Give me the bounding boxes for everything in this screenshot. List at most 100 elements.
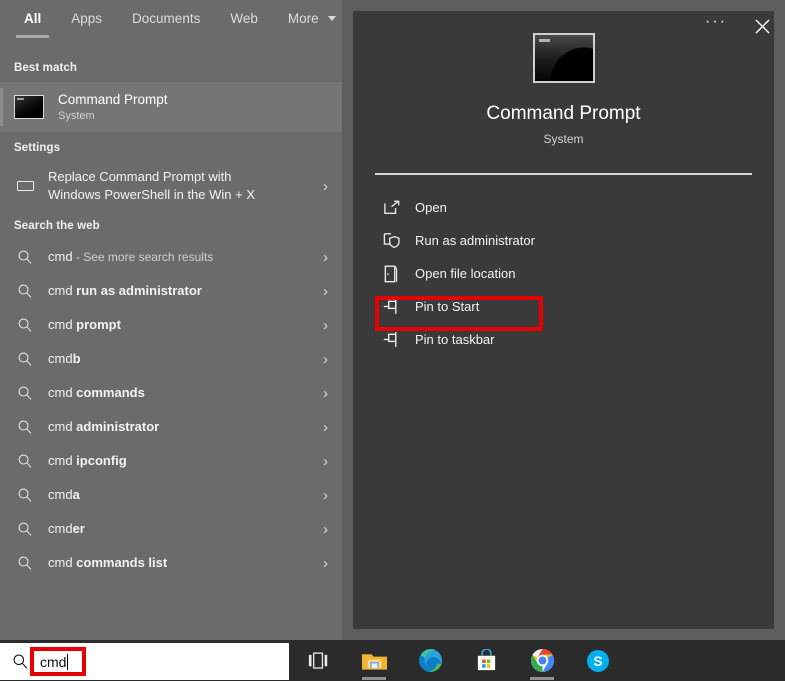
web-result-label: cmd administrator xyxy=(48,418,317,436)
web-result-item[interactable]: cmd ipconfig › xyxy=(0,444,342,478)
web-result-suffix: prompt xyxy=(73,317,121,332)
window-controls: ··· xyxy=(693,0,785,52)
taskbar-item-microsoft-edge[interactable] xyxy=(413,640,447,681)
search-icon xyxy=(14,283,36,299)
web-result-label: cmd - See more search results xyxy=(48,248,317,266)
search-icon xyxy=(12,653,29,670)
web-result-item[interactable]: cmd administrator › xyxy=(0,410,342,444)
taskbar-item-file-explorer[interactable] xyxy=(357,640,391,681)
svg-text:S: S xyxy=(593,654,602,669)
app-preview-inner: Command Prompt System Open Run as adminis… xyxy=(353,11,774,629)
task-view-icon xyxy=(308,652,329,670)
taskbar-item-google-chrome[interactable] xyxy=(525,640,559,681)
app-action-item[interactable]: Open xyxy=(353,191,774,224)
web-result-suffix: run as administrator xyxy=(73,283,202,298)
open-in-new-icon xyxy=(383,200,407,216)
web-result-label: cmd prompt xyxy=(48,316,317,334)
close-button[interactable] xyxy=(739,0,785,52)
app-action-label: Open file location xyxy=(415,266,515,281)
web-result-item[interactable]: cmder › xyxy=(0,512,342,546)
tab-all[interactable]: All xyxy=(22,12,43,40)
best-match-subtitle: System xyxy=(58,110,168,122)
tab-all-label: All xyxy=(24,11,41,26)
search-icon xyxy=(14,317,36,333)
web-result-prefix: cmd xyxy=(48,453,73,468)
web-result-item[interactable]: cmd prompt › xyxy=(0,308,342,342)
app-action-item[interactable]: Pin to Start xyxy=(353,290,774,323)
web-result-label: cmd ipconfig xyxy=(48,452,317,470)
tab-more-label: More xyxy=(288,11,319,26)
tab-apps[interactable]: Apps xyxy=(69,12,104,40)
tab-web[interactable]: Web xyxy=(228,12,260,40)
taskbar-item-skype[interactable]: S xyxy=(581,640,615,681)
web-result-suffix: - See more search results xyxy=(73,250,214,264)
settings-item-label: Replace Command Prompt with Windows Powe… xyxy=(48,168,317,203)
app-action-item[interactable]: Run as administrator xyxy=(353,224,774,257)
best-match-item[interactable]: Command Prompt System xyxy=(0,82,342,132)
google-chrome-icon xyxy=(530,648,555,673)
web-result-item[interactable]: cmd - See more search results› xyxy=(0,240,342,274)
web-result-item[interactable]: cmd commands list› xyxy=(0,546,342,580)
web-result-suffix: ipconfig xyxy=(73,453,127,468)
web-result-label: cmd run as administrator xyxy=(48,282,317,300)
web-result-label: cmd commands list xyxy=(48,554,317,572)
tab-web-label: Web xyxy=(230,11,258,26)
search-flyout: All Apps Documents Web More Best ma xyxy=(0,0,785,640)
taskbar-item-task-view[interactable] xyxy=(301,640,335,681)
settings-item-replace-command-prompt[interactable]: Replace Command Prompt with Windows Powe… xyxy=(0,162,342,210)
web-result-prefix: cmd xyxy=(48,521,73,536)
web-result-suffix: er xyxy=(73,521,85,536)
chevron-right-icon: › xyxy=(323,352,328,367)
web-result-item[interactable]: cmd commands › xyxy=(0,376,342,410)
web-result-prefix: cmd xyxy=(48,487,73,502)
window-rect-icon xyxy=(14,181,36,191)
search-icon xyxy=(14,249,36,265)
preview-app-subtitle: System xyxy=(353,132,774,146)
shield-icon xyxy=(383,232,407,249)
web-result-suffix: a xyxy=(73,487,80,502)
search-icon xyxy=(14,453,36,469)
app-action-label: Pin to Start xyxy=(415,299,479,314)
search-icon xyxy=(14,487,36,503)
chevron-right-icon: › xyxy=(323,386,328,401)
chevron-right-icon: › xyxy=(323,318,328,333)
app-actions-list: Open Run as administrator Open file locati… xyxy=(353,175,774,356)
windows-search-screen: All Apps Documents Web More Best ma xyxy=(0,0,785,681)
chevron-right-icon: › xyxy=(323,522,328,537)
preview-app-title: Command Prompt xyxy=(353,103,774,125)
search-input-value: cmd xyxy=(40,654,66,670)
tab-documents[interactable]: Documents xyxy=(130,12,202,40)
best-match-text: Command Prompt System xyxy=(58,92,168,122)
skype-icon: S xyxy=(586,649,610,673)
tab-more[interactable]: More xyxy=(286,12,339,40)
web-result-item[interactable]: cmda› xyxy=(0,478,342,512)
app-action-item[interactable]: Pin to taskbar xyxy=(353,323,774,356)
web-result-suffix: commands list xyxy=(73,555,168,570)
search-icon xyxy=(14,521,36,537)
app-action-item[interactable]: Open file location xyxy=(353,257,774,290)
chevron-right-icon: › xyxy=(323,454,328,469)
web-result-prefix: cmd xyxy=(48,555,73,570)
web-result-item[interactable]: cmdb› xyxy=(0,342,342,376)
settings-heading: Settings xyxy=(0,132,342,162)
tab-documents-label: Documents xyxy=(132,11,200,26)
web-result-prefix: cmd xyxy=(48,385,73,400)
web-result-prefix: cmd xyxy=(48,317,73,332)
search-input[interactable]: cmd xyxy=(40,654,68,670)
more-options-button[interactable]: ··· xyxy=(693,0,739,52)
web-result-item[interactable]: cmd run as administrator› xyxy=(0,274,342,308)
close-icon xyxy=(755,19,770,34)
folder-open-icon xyxy=(383,265,407,283)
best-match-heading: Best match xyxy=(0,52,342,82)
web-result-label: cmder xyxy=(48,520,317,538)
web-results-container: cmd - See more search results›cmd run as… xyxy=(0,240,342,580)
search-icon xyxy=(14,385,36,401)
app-action-label: Run as administrator xyxy=(415,233,535,248)
taskbar-search-box[interactable]: cmd xyxy=(0,643,289,680)
search-results-panel: All Apps Documents Web More Best ma xyxy=(0,0,342,640)
taskbar-item-microsoft-store[interactable] xyxy=(469,640,503,681)
chevron-right-icon: › xyxy=(323,420,328,435)
web-result-label: cmd commands xyxy=(48,384,317,402)
app-action-label: Open xyxy=(415,200,447,215)
pin-icon xyxy=(383,298,407,315)
